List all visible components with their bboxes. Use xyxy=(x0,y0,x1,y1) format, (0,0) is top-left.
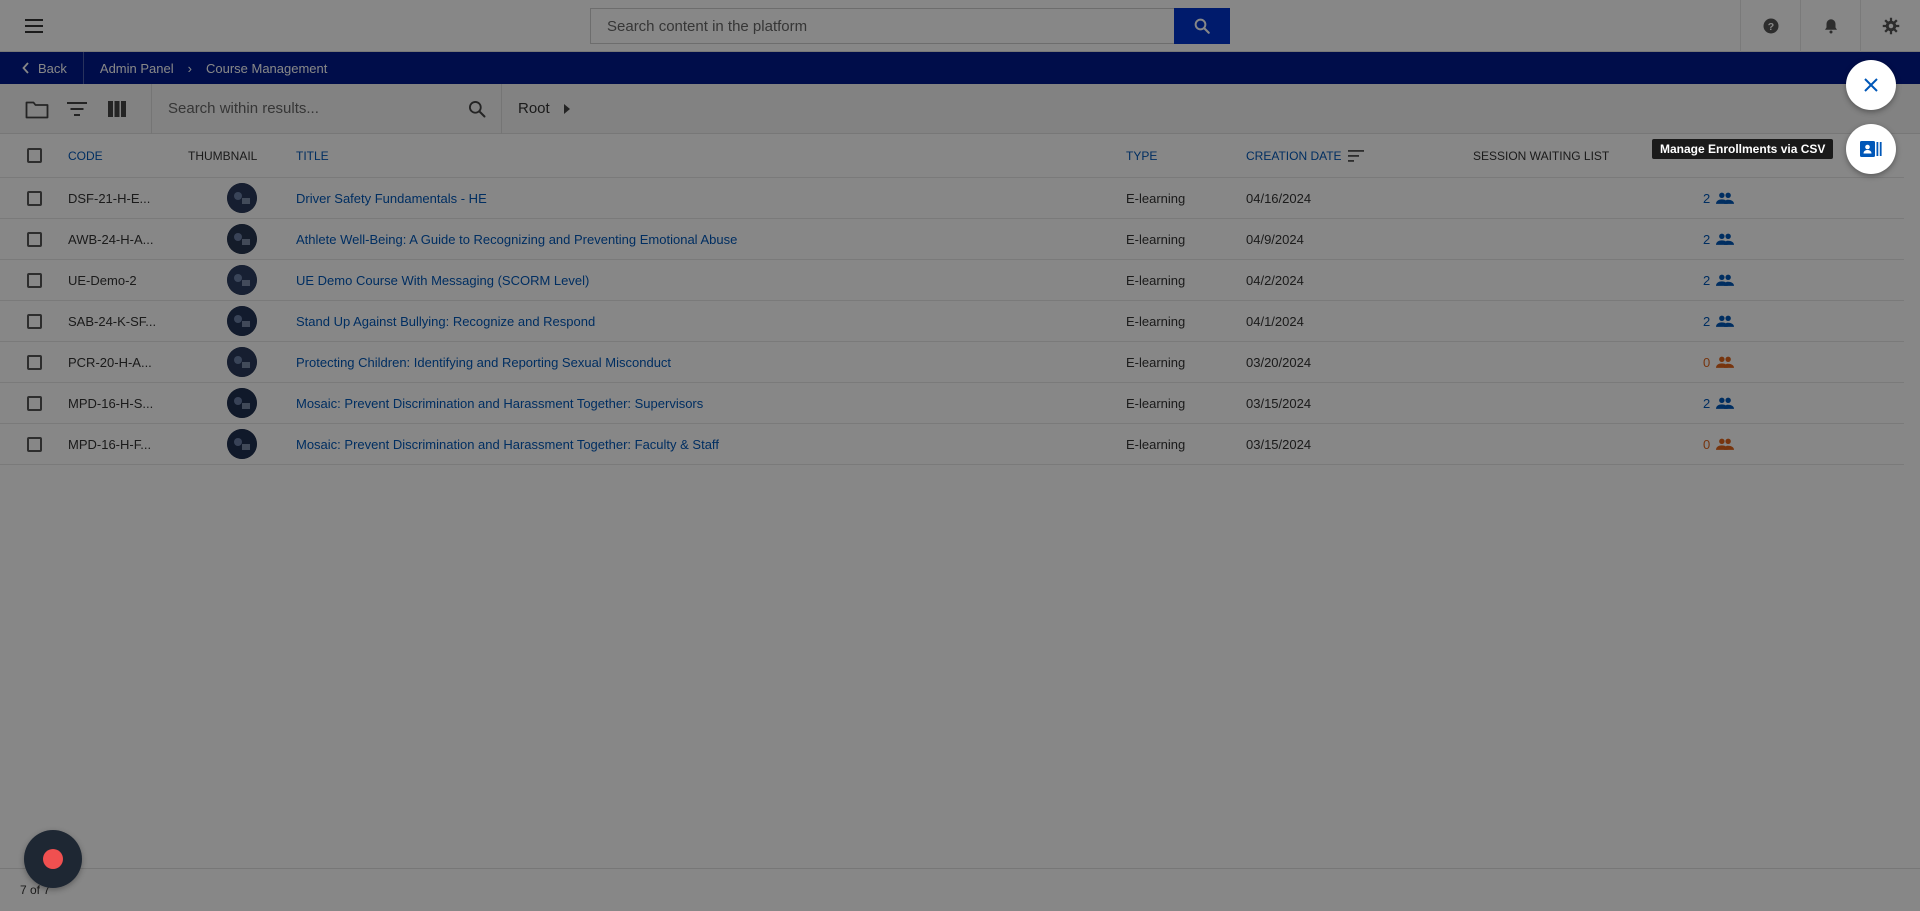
close-icon xyxy=(1864,78,1878,92)
modal-overlay[interactable] xyxy=(0,0,1920,911)
csv-enrollment-icon xyxy=(1860,141,1882,157)
manage-enrollments-tooltip: Manage Enrollments via CSV xyxy=(1652,139,1834,159)
record-icon xyxy=(43,849,63,869)
close-fab-button[interactable] xyxy=(1846,60,1896,110)
manage-enrollments-csv-button[interactable] xyxy=(1846,124,1896,174)
record-button[interactable] xyxy=(24,830,82,888)
